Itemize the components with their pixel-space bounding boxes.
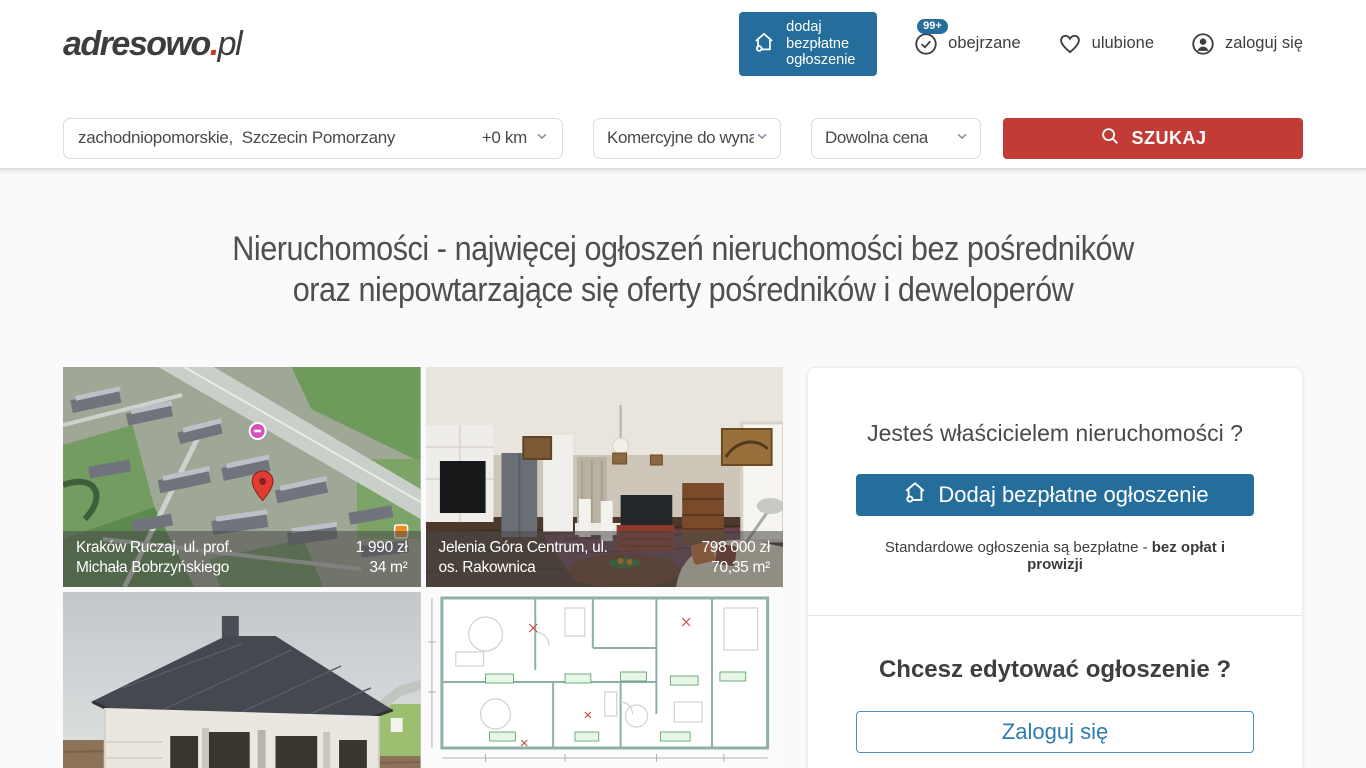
listing-caption: Kraków Ruczaj, ul. prof. 1 990 zł Michał… [63, 531, 421, 587]
listing-price: 1 990 zł [356, 538, 408, 558]
header-actions: dodaj bezpłatne ogłoszenie 99+ obejrzane… [739, 12, 1303, 76]
sidebar-add-listing-label: Dodaj bezpłatne ogłoszenie [938, 482, 1208, 508]
main-section: Nieruchomości - najwięcej ogłoszeń nieru… [0, 168, 1366, 768]
location-field: +0 km [63, 118, 563, 159]
listing-title: Jelenia Góra Centrum, ul. [439, 538, 608, 558]
owner-section: Jesteś właścicielem nieruchomości ? Doda… [808, 368, 1302, 615]
search-button-label: SZUKAJ [1131, 128, 1206, 149]
logo-dot: . [210, 25, 218, 63]
chevron-down-icon [954, 128, 970, 149]
add-listing-label: dodaj bezpłatne ogłoszenie [786, 19, 865, 69]
listing-title-2: Michała Bobrzyńskiego [76, 558, 229, 578]
house-add-icon [901, 478, 929, 512]
search-bar: +0 km Komercyjne do wynaję Dowolna cena … [0, 88, 1366, 168]
page-title: Nieruchomości - najwięcej ogłoszeń nieru… [68, 168, 1297, 311]
login-label: zaloguj się [1225, 34, 1303, 53]
edit-heading: Chcesz edytować ogłoszenie ? [856, 656, 1254, 684]
search-button[interactable]: SZUKAJ [1003, 118, 1303, 159]
listings-grid: Kraków Ruczaj, ul. prof. 1 990 zł Michał… [63, 367, 783, 768]
heart-icon [1057, 31, 1083, 57]
search-icon [1099, 125, 1121, 152]
logo-text: adresowo [63, 25, 210, 63]
radius-value: +0 km [482, 128, 527, 148]
add-listing-button[interactable]: dodaj bezpłatne ogłoszenie [739, 12, 877, 76]
user-icon [1190, 31, 1216, 57]
listing-area: 34 m² [369, 558, 407, 578]
listing-area: 70,35 m² [711, 558, 770, 578]
house-add-icon [751, 29, 777, 60]
listing-title-2: os. Rakownica [439, 558, 536, 578]
listing-price: 798 000 zł [701, 538, 770, 558]
site-logo[interactable]: adresowo.pl [63, 25, 241, 64]
viewed-count-badge: 99+ [917, 19, 948, 34]
edit-section: Chcesz edytować ogłoszenie ? Zaloguj się… [808, 616, 1302, 768]
favorites-link[interactable]: ulubione [1057, 31, 1154, 57]
login-link[interactable]: zaloguj się [1190, 31, 1303, 57]
listing-caption: Jelenia Góra Centrum, ul. 798 000 zł os.… [426, 531, 784, 587]
check-circle-icon [913, 31, 939, 57]
listing-title: Kraków Ruczaj, ul. prof. [76, 538, 232, 558]
chevron-down-icon [754, 128, 770, 149]
logo-tld: pl [218, 25, 241, 63]
sidebar-add-listing-button[interactable]: Dodaj bezpłatne ogłoszenie [856, 474, 1254, 516]
top-header: adresowo.pl dodaj bezpłatne ogłoszenie 9… [0, 0, 1366, 88]
sidebar-login-label: Zaloguj się [1002, 719, 1108, 745]
radius-dropdown[interactable]: +0 km [482, 128, 550, 149]
location-input[interactable] [78, 128, 482, 148]
owner-sidebar: Jesteś właścicielem nieruchomości ? Doda… [807, 367, 1303, 768]
price-dropdown[interactable]: Dowolna cena [811, 118, 981, 159]
sidebar-login-button[interactable]: Zaloguj się [856, 711, 1254, 753]
listing-photo-floor-plan [426, 592, 784, 768]
owner-heading: Jesteś właścicielem nieruchomości ? [856, 420, 1254, 447]
listing-card[interactable]: Miroszewice 700 000 zł [63, 592, 421, 768]
listing-photo-house [63, 592, 421, 768]
listing-card[interactable]: Warszawa Bemowo, ul. 2 800 000 zł [426, 592, 784, 768]
category-dropdown[interactable]: Komercyjne do wynaję [593, 118, 781, 159]
listing-card[interactable]: Jelenia Góra Centrum, ul. 798 000 zł os.… [426, 367, 784, 587]
viewed-link[interactable]: 99+ obejrzane [913, 31, 1020, 57]
owner-note: Standardowe ogłoszenia są bezpłatne - be… [856, 539, 1254, 573]
listing-card[interactable]: Kraków Ruczaj, ul. prof. 1 990 zł Michał… [63, 367, 421, 587]
favorites-label: ulubione [1092, 34, 1154, 53]
viewed-label: obejrzane [948, 34, 1020, 53]
chevron-down-icon [534, 128, 550, 149]
category-value: Komercyjne do wynaję [607, 128, 754, 148]
price-value: Dowolna cena [825, 128, 928, 148]
